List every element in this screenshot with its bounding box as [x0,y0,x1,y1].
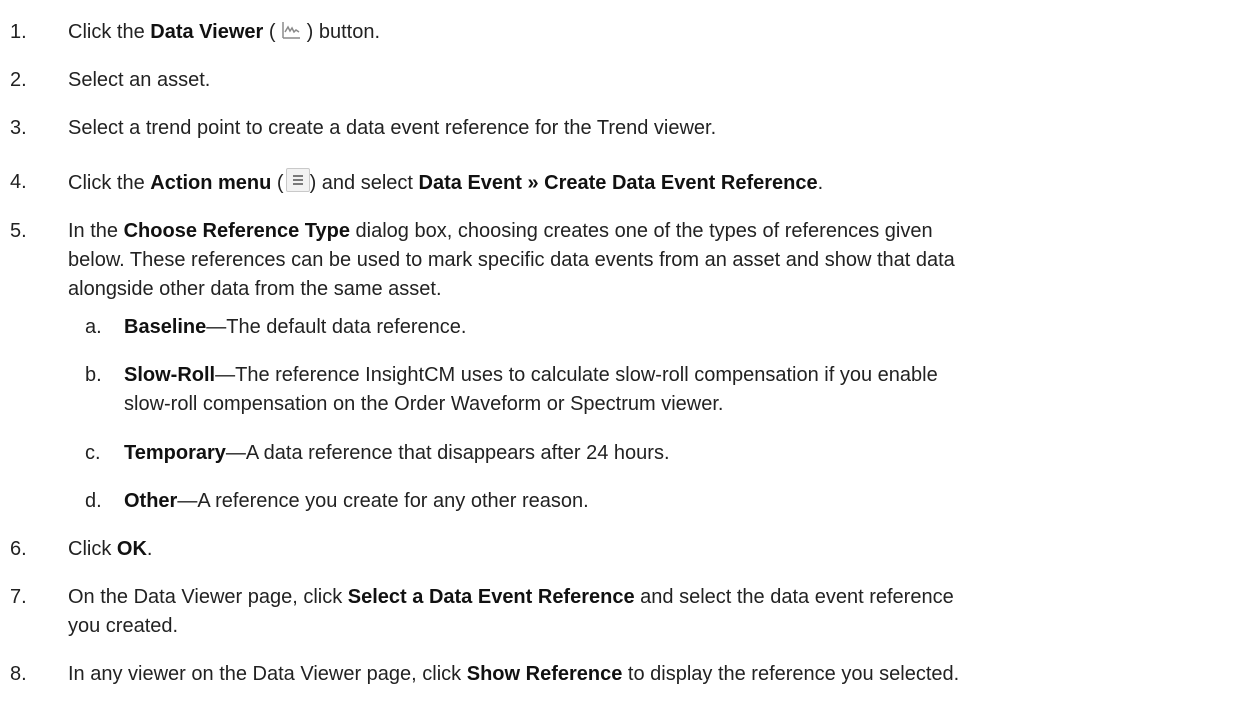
step-number: 5. [10,220,27,242]
menu-path-label: Data Event » Create Data Event Reference [418,172,818,194]
show-reference-label: Show Reference [466,663,623,685]
step-number: 4. [10,171,27,193]
action-menu-label: Action menu [150,172,272,194]
step-number: 8. [10,663,27,685]
step-text: Click OK. [68,538,153,560]
substep-letter: c. [85,442,101,464]
step-text: In any viewer on the Data Viewer page, c… [68,663,960,685]
step-number: 3. [10,117,27,139]
data-viewer-label: Data Viewer [150,21,264,43]
step-number: 6. [10,538,27,560]
step-text: Select an asset. [68,69,211,91]
step-text: In the Choose Reference Type dialog box,… [68,220,955,300]
hamburger-menu-icon [285,168,310,192]
ok-label: OK [116,538,147,560]
substep-text: Slow-Roll—The reference InsightCM uses t… [124,364,938,415]
substep-letter: a. [85,316,102,338]
step-text: Click the Data Viewer ( ) button. [68,21,380,43]
substep-text: Other—A reference you create for any oth… [124,490,589,512]
step-text: Select a trend point to create a data ev… [68,117,717,139]
trend-chart-icon [282,22,301,39]
step-text: On the Data Viewer page, click Select a … [68,586,954,637]
step-number: 1. [10,21,27,43]
step-number: 2. [10,69,27,91]
step-number: 7. [10,586,27,608]
substep-text: Baseline—The default data reference. [124,316,467,338]
substep-letter: d. [85,490,102,512]
substep-letter: b. [85,364,102,386]
select-reference-label: Select a Data Event Reference [347,586,635,608]
choose-reference-type-label: Choose Reference Type [123,220,350,242]
substep-text: Temporary—A data reference that disappea… [124,442,670,464]
step-text: Click the Action menu () and select Data… [68,168,1242,198]
procedure-document: 1. Click the Data Viewer ( ) button. 2. … [0,0,1250,713]
